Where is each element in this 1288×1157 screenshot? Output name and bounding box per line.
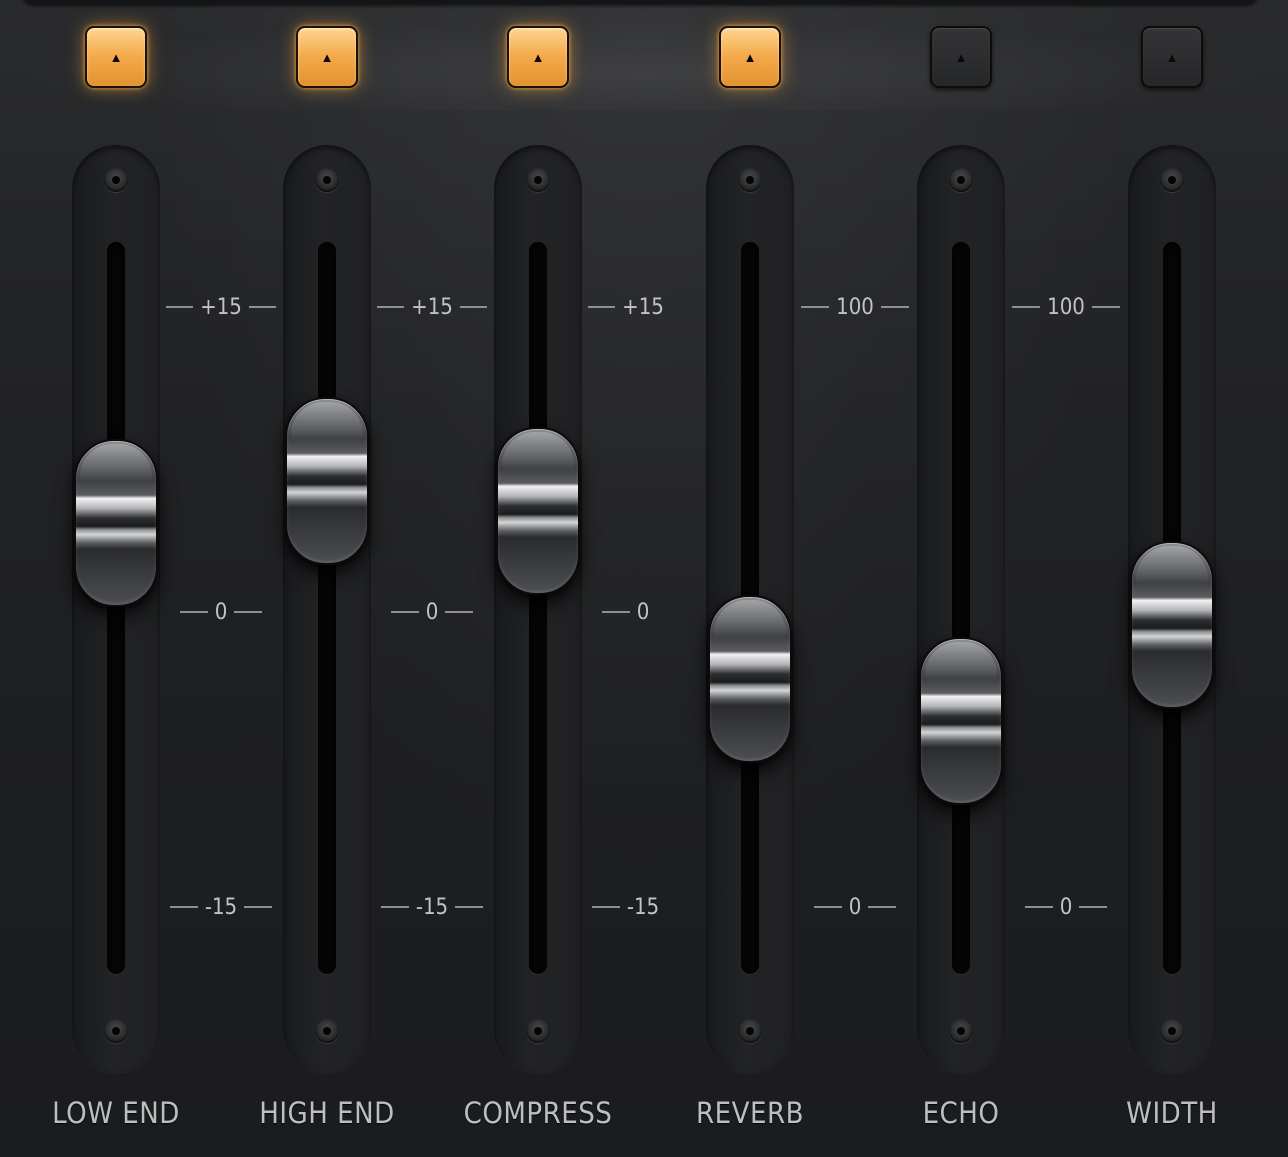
toggle-button-reverb[interactable]: ▲ xyxy=(719,26,781,88)
screw-icon xyxy=(315,1019,339,1043)
channel-label: ECHO xyxy=(922,1096,1000,1130)
fader-track[interactable] xyxy=(529,242,547,974)
scale-mark-top: 100 xyxy=(800,292,910,322)
channel-label: WIDTH xyxy=(1126,1096,1218,1130)
channel-width: ▲ WIDTH xyxy=(1126,0,1217,1157)
button-row-highlight xyxy=(0,20,1288,110)
scale-mark-mid: 0 xyxy=(588,597,698,627)
toggle-button-echo[interactable]: ▲ xyxy=(930,26,992,88)
fader-knob-echo[interactable] xyxy=(919,637,1003,805)
screw-icon xyxy=(104,168,128,192)
scale-mark-bottom: -15 xyxy=(588,892,698,922)
scale-mark-top: +15 xyxy=(377,292,487,322)
scale-mark-bottom: -15 xyxy=(377,892,487,922)
scale-mark-mid: 0 xyxy=(166,597,276,627)
channel-label: REVERB xyxy=(696,1096,804,1130)
fader-knob-low-end[interactable] xyxy=(74,439,158,607)
screw-icon xyxy=(738,168,762,192)
channel-compress: ▲ +15 0 -15 COMPRESS xyxy=(464,0,664,1157)
channel-reverb: ▲ 100 0 REVERB xyxy=(696,0,909,1157)
mixer-panel: ▲ +15 0 -15 LOW END ▲ +15 0 -15 HIGH END… xyxy=(0,0,1288,1157)
scale-mark-mid: 0 xyxy=(377,597,487,627)
screw-icon xyxy=(1160,1019,1184,1043)
screw-icon xyxy=(526,1019,550,1043)
toggle-button-low-end[interactable]: ▲ xyxy=(85,26,147,88)
scale-mark-top: +15 xyxy=(588,292,698,322)
scale-mark-bottom: -15 xyxy=(166,892,276,922)
fader-knob-high-end[interactable] xyxy=(285,397,369,565)
channel-echo: ▲ 100 0 ECHO xyxy=(917,0,1120,1157)
toggle-button-compress[interactable]: ▲ xyxy=(507,26,569,88)
channel-label: COMPRESS xyxy=(463,1096,613,1130)
screw-icon xyxy=(526,168,550,192)
toggle-button-width[interactable]: ▲ xyxy=(1141,26,1203,88)
screw-icon xyxy=(949,1019,973,1043)
channel-high-end: ▲ +15 0 -15 HIGH END xyxy=(259,0,487,1157)
screw-icon xyxy=(1160,168,1184,192)
scale-mark-bottom: 0 xyxy=(800,892,910,922)
fader-track[interactable] xyxy=(318,242,336,974)
fader-knob-compress[interactable] xyxy=(496,427,580,595)
screw-icon xyxy=(315,168,339,192)
channel-label: HIGH END xyxy=(259,1096,395,1130)
fader-track[interactable] xyxy=(107,242,125,974)
scale-mark-top: 100 xyxy=(1011,292,1121,322)
fader-track[interactable] xyxy=(952,242,970,974)
channel-low-end: ▲ +15 0 -15 LOW END xyxy=(52,0,276,1157)
toggle-button-high-end[interactable]: ▲ xyxy=(296,26,358,88)
top-rim xyxy=(20,0,1260,4)
screw-icon xyxy=(104,1019,128,1043)
scale-mark-top: +15 xyxy=(166,292,276,322)
screw-icon xyxy=(949,168,973,192)
scale-mark-bottom: 0 xyxy=(1011,892,1121,922)
fader-knob-width[interactable] xyxy=(1130,541,1214,709)
screw-icon xyxy=(738,1019,762,1043)
fader-knob-reverb[interactable] xyxy=(708,595,792,763)
channel-label: LOW END xyxy=(52,1096,180,1130)
